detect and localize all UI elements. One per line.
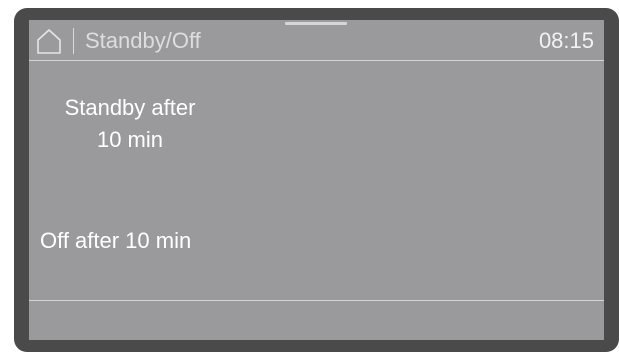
- display-screen: [29, 20, 604, 340]
- page-title: Standby/Off: [85, 28, 201, 53]
- header-bar: Standby/Off 08:15: [29, 20, 604, 61]
- standby-option-label: Standby after: [64, 95, 196, 120]
- header-rule: [29, 60, 604, 61]
- standby-option-value: 10 min: [96, 127, 164, 152]
- off-option[interactable]: Off after 10 min: [40, 227, 191, 255]
- clock-time: 08:15: [538, 28, 594, 53]
- standby-option[interactable]: Standby after 10 min: [40, 92, 220, 156]
- footer-rule: [29, 300, 604, 301]
- header-divider: [73, 28, 74, 54]
- home-icon[interactable]: [36, 28, 62, 54]
